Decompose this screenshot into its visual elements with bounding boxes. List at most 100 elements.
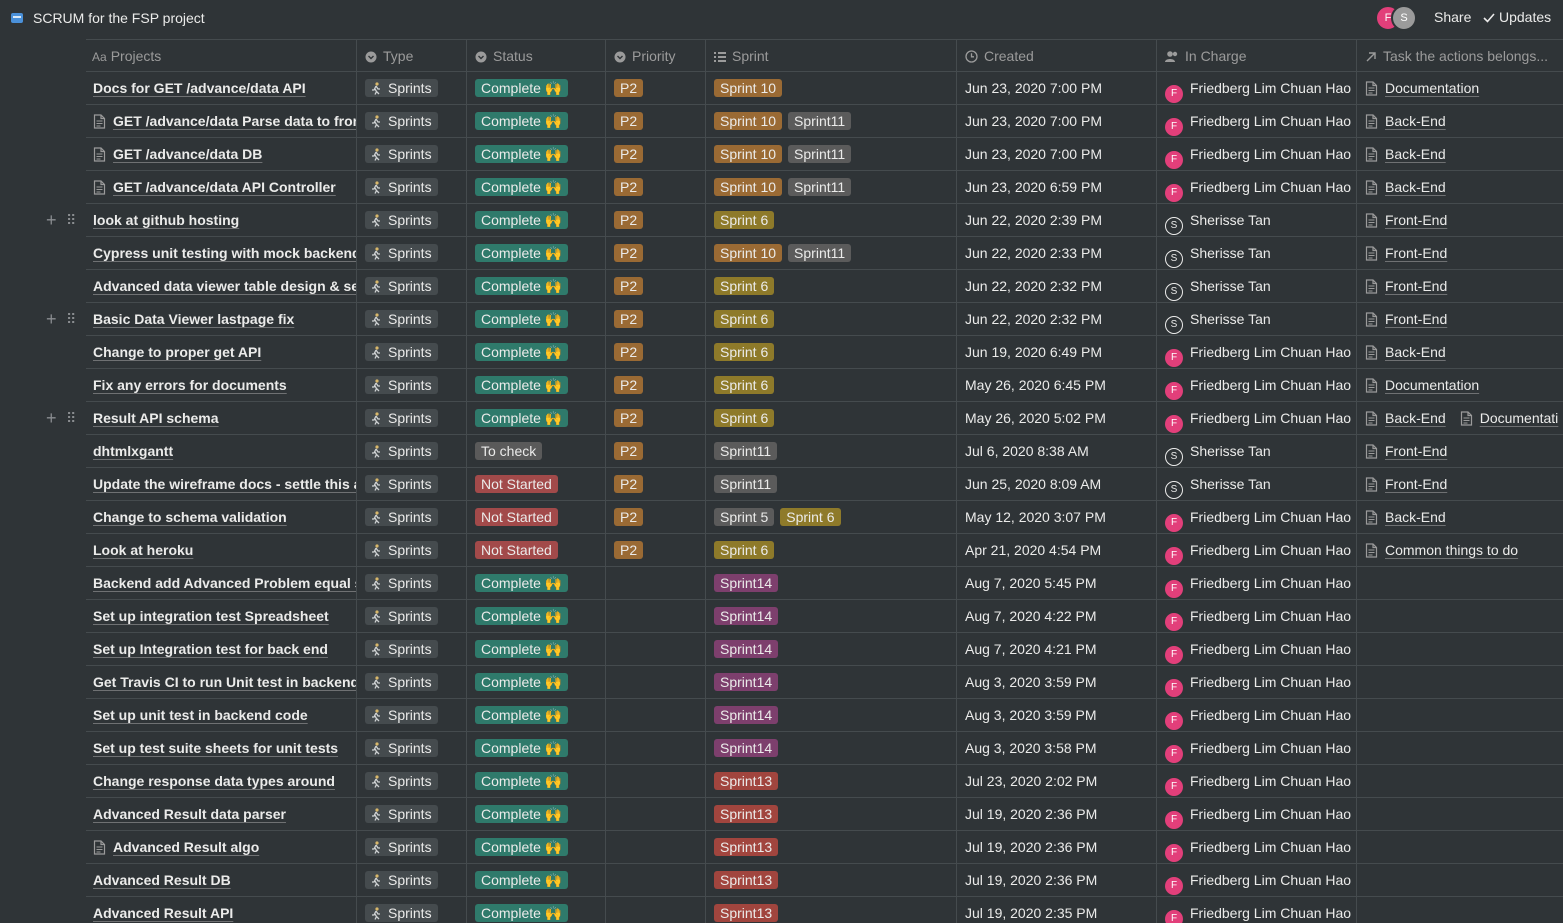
table-row[interactable]: Change response data types around Sprints… xyxy=(86,765,1563,798)
status-cell[interactable]: Complete 🙌 xyxy=(466,897,605,923)
sprint-cell[interactable]: Sprint 6 xyxy=(705,534,956,566)
person-chip[interactable]: S Sherisse Tan xyxy=(1157,468,1356,500)
task-link[interactable]: Back-End xyxy=(1385,410,1446,426)
table-row[interactable]: Backend add Advanced Problem equal sp Spr… xyxy=(86,567,1563,600)
drag-handle-icon[interactable]: ⠿ xyxy=(66,303,76,335)
task-cell[interactable]: Front-End xyxy=(1356,204,1563,236)
in-charge-cell[interactable]: F Friedberg Lim Chuan Hao xyxy=(1156,501,1356,533)
person-chip[interactable]: S Sherisse Tan xyxy=(1157,270,1356,302)
in-charge-cell[interactable]: F Friedberg Lim Chuan Hao xyxy=(1156,732,1356,764)
project-name[interactable]: Change to schema validation xyxy=(86,501,356,533)
type-cell[interactable]: Sprints xyxy=(356,798,466,830)
sprint-cell[interactable]: Sprint 10 Sprint11 xyxy=(705,105,956,137)
table-row[interactable]: dhtmlxgantt Sprints To check P2 Sprint11 Jul … xyxy=(86,435,1563,468)
priority-cell[interactable] xyxy=(605,666,705,698)
table-row[interactable]: Result API schema Sprints Complete 🙌 P2 Spri… xyxy=(86,402,1563,435)
sprint-cell[interactable]: Sprint11 xyxy=(705,468,956,500)
task-cell[interactable]: Back-End Documentati xyxy=(1356,402,1563,434)
status-cell[interactable]: Not Started xyxy=(466,468,605,500)
task-link[interactable]: Front-End xyxy=(1385,476,1447,492)
person-chip[interactable]: F Friedberg Lim Chuan Hao xyxy=(1157,633,1356,665)
project-name-cell[interactable]: look at github hosting⤢ OPEN xyxy=(86,204,356,236)
table-row[interactable]: Update the wireframe docs - settle this … xyxy=(86,468,1563,501)
project-name-cell[interactable]: Set up integration test Spreadsheet xyxy=(86,600,356,632)
priority-cell[interactable] xyxy=(605,765,705,797)
type-cell[interactable]: Sprints xyxy=(356,336,466,368)
project-name[interactable]: Set up unit test in backend code xyxy=(86,699,356,731)
project-name[interactable]: GET /advance/data DB xyxy=(86,138,356,170)
sprint-cell[interactable]: Sprint 10 Sprint11 xyxy=(705,237,956,269)
column-header-task[interactable]: Task the actions belongs... xyxy=(1356,40,1563,72)
in-charge-cell[interactable]: S Sherisse Tan xyxy=(1156,270,1356,302)
priority-cell[interactable]: P2 xyxy=(605,105,705,137)
row-handle[interactable]: + ⠿ xyxy=(46,204,82,236)
project-name[interactable]: GET /advance/data API Controller xyxy=(86,171,356,203)
priority-cell[interactable]: P2 xyxy=(605,72,705,104)
in-charge-cell[interactable]: F Friedberg Lim Chuan Hao xyxy=(1156,534,1356,566)
priority-cell[interactable]: P2 xyxy=(605,501,705,533)
priority-cell[interactable]: P2 xyxy=(605,270,705,302)
project-name-cell[interactable]: Advanced Result algo xyxy=(86,831,356,863)
project-name-cell[interactable]: Change to proper get API xyxy=(86,336,356,368)
status-cell[interactable]: Complete 🙌 xyxy=(466,105,605,137)
status-cell[interactable]: Complete 🙌 xyxy=(466,369,605,401)
table-row[interactable]: Docs for GET /advance/data API Sprints Com… xyxy=(86,72,1563,105)
project-name[interactable]: Basic Data Viewer lastpage fix xyxy=(86,303,356,335)
task-cell[interactable] xyxy=(1356,567,1563,599)
type-cell[interactable]: Sprints xyxy=(356,204,466,236)
type-cell[interactable]: Sprints xyxy=(356,105,466,137)
in-charge-cell[interactable]: S Sherisse Tan xyxy=(1156,204,1356,236)
project-name[interactable]: Get Travis CI to run Unit test in backen… xyxy=(86,666,356,698)
status-cell[interactable]: Complete 🙌 xyxy=(466,270,605,302)
person-chip[interactable]: F Friedberg Lim Chuan Hao xyxy=(1157,864,1356,896)
table-row[interactable]: Set up unit test in backend code Sprints C… xyxy=(86,699,1563,732)
column-header-status[interactable]: Status xyxy=(466,40,605,72)
type-cell[interactable]: Sprints xyxy=(356,237,466,269)
person-chip[interactable]: F Friedberg Lim Chuan Hao xyxy=(1157,336,1356,368)
project-name[interactable]: Advanced data viewer table design & set- xyxy=(86,270,356,302)
person-chip[interactable]: F Friedberg Lim Chuan Hao xyxy=(1157,732,1356,764)
task-cell[interactable]: Front-End xyxy=(1356,435,1563,467)
priority-cell[interactable]: P2 xyxy=(605,402,705,434)
status-cell[interactable]: Complete 🙌 xyxy=(466,402,605,434)
project-name-cell[interactable]: dhtmlxgantt xyxy=(86,435,356,467)
column-header-sprint[interactable]: Sprint xyxy=(705,40,956,72)
person-chip[interactable]: S Sherisse Tan xyxy=(1157,303,1356,335)
type-cell[interactable]: Sprints xyxy=(356,699,466,731)
person-chip[interactable]: F Friedberg Lim Chuan Hao xyxy=(1157,105,1356,137)
person-chip[interactable]: S Sherisse Tan xyxy=(1157,237,1356,269)
project-name-cell[interactable]: Change response data types around xyxy=(86,765,356,797)
table-row[interactable]: Look at heroku Sprints Not Started P2 Sprint… xyxy=(86,534,1563,567)
priority-cell[interactable]: P2 xyxy=(605,468,705,500)
table-row[interactable]: GET /advance/data DB Sprints Complete 🙌 P2 S… xyxy=(86,138,1563,171)
in-charge-cell[interactable]: S Sherisse Tan xyxy=(1156,435,1356,467)
table-row[interactable]: GET /advance/data Parse data to front Spr… xyxy=(86,105,1563,138)
type-cell[interactable]: Sprints xyxy=(356,501,466,533)
in-charge-cell[interactable]: F Friedberg Lim Chuan Hao xyxy=(1156,336,1356,368)
table-row[interactable]: Change to schema validation Sprints Not St… xyxy=(86,501,1563,534)
task-cell[interactable]: Common things to do xyxy=(1356,534,1563,566)
sprint-cell[interactable]: Sprint 6 xyxy=(705,270,956,302)
project-name[interactable]: dhtmlxgantt xyxy=(86,435,356,467)
share-button[interactable]: Share xyxy=(1434,9,1471,25)
task-cell[interactable]: Documentation xyxy=(1356,72,1563,104)
task-cell[interactable] xyxy=(1356,897,1563,923)
task-link[interactable]: Documentation xyxy=(1385,80,1479,96)
type-cell[interactable]: Sprints xyxy=(356,270,466,302)
priority-cell[interactable] xyxy=(605,567,705,599)
table-row[interactable]: Advanced Result API Sprints Complete 🙌 Spri… xyxy=(86,897,1563,923)
task-cell[interactable]: Back-End xyxy=(1356,501,1563,533)
in-charge-cell[interactable]: F Friedberg Lim Chuan Hao xyxy=(1156,600,1356,632)
person-chip[interactable]: S Sherisse Tan xyxy=(1157,204,1356,236)
status-cell[interactable]: Complete 🙌 xyxy=(466,831,605,863)
person-chip[interactable]: F Friedberg Lim Chuan Hao xyxy=(1157,501,1356,533)
table-row[interactable]: Basic Data Viewer lastpage fix Sprints Com… xyxy=(86,303,1563,336)
drag-handle-icon[interactable]: ⠿ xyxy=(66,204,76,236)
project-name-cell[interactable]: Look at heroku xyxy=(86,534,356,566)
task-cell[interactable] xyxy=(1356,699,1563,731)
project-name-cell[interactable]: Get Travis CI to run Unit test in backen… xyxy=(86,666,356,698)
add-row-icon[interactable]: + xyxy=(46,402,57,434)
project-name[interactable]: Backend add Advanced Problem equal sp xyxy=(86,567,356,599)
project-name-cell[interactable]: Set up unit test in backend code xyxy=(86,699,356,731)
person-chip[interactable]: F Friedberg Lim Chuan Hao xyxy=(1157,567,1356,599)
